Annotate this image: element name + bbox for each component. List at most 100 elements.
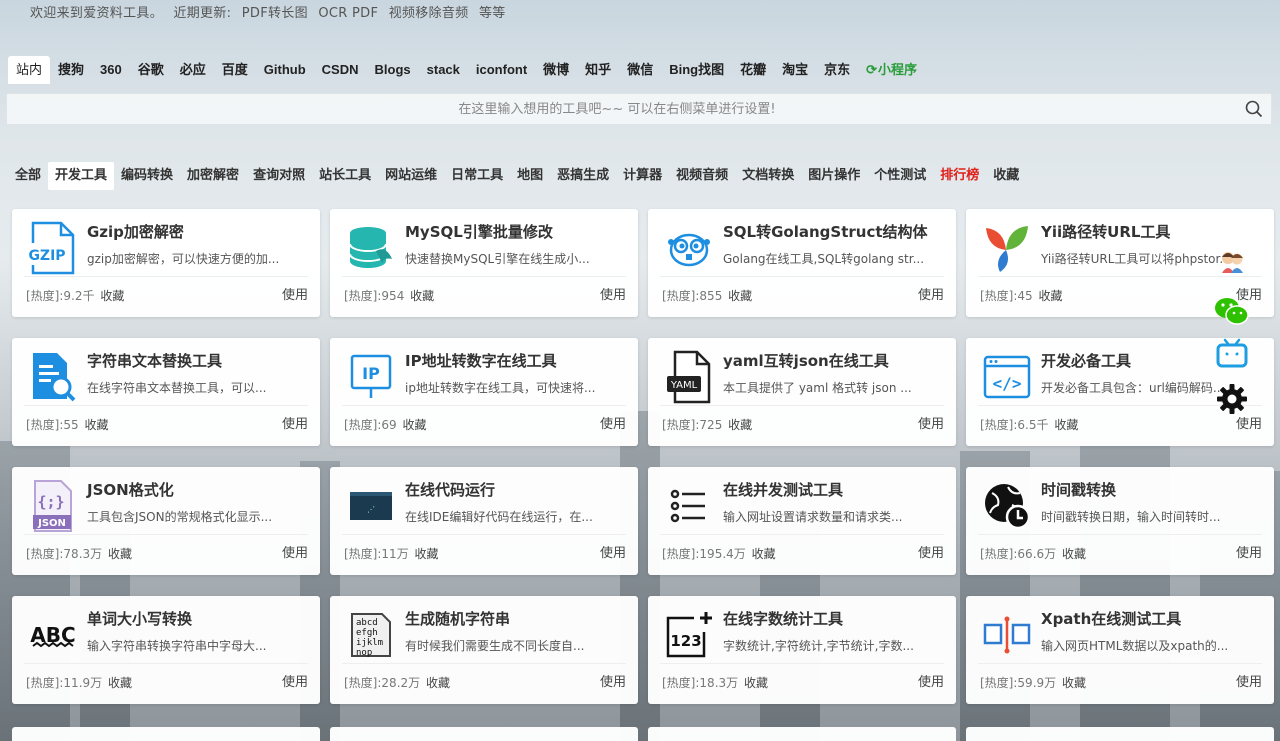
category-tab[interactable]: 开发工具 [48,162,115,190]
use-button[interactable]: 使用 [918,413,944,432]
engine-tab[interactable]: 搜狗 [50,56,92,84]
tool-title[interactable]: MySQL引擎批量修改 [405,221,553,242]
tool-title[interactable]: JSON格式化 [87,479,174,500]
tool-card[interactable]: 字符串文本替换工具 在线字符串文本替换工具，可以... [热度]:55 收藏 使用 [12,338,320,446]
tool-card[interactable]: SQL转GolangStruct结构体 Golang在线工具,SQL转golang… [648,209,956,317]
tool-title[interactable]: SQL转GolangStruct结构体 [723,221,928,242]
engine-tab[interactable]: 谷歌 [130,56,172,84]
update-link[interactable]: PDF转长图 [242,6,308,21]
category-tab[interactable]: 计算器 [616,162,669,190]
tool-card[interactable]: ⋰ 在线代码运行 在线IDE编辑好代码在线运行，在... [热度]:11万 收藏 使用 [330,467,638,575]
use-button[interactable]: 使用 [600,542,626,561]
engine-tab[interactable]: 微博 [535,56,577,84]
category-tab[interactable]: 恶搞生成 [550,162,616,190]
favorite-button[interactable]: 收藏 [744,676,768,690]
tool-card[interactable]: Xpath在线测试工具 输入网页HTML数据以及xpath的... [热度]:59.… [966,596,1274,704]
tool-title[interactable]: Yii路径转URL工具 [1041,221,1170,242]
tool-title[interactable]: 在线字数统计工具 [723,608,843,629]
category-tab[interactable]: 编码转换 [114,162,180,190]
use-button[interactable]: 使用 [600,671,626,690]
favorite-button[interactable]: 收藏 [752,547,776,561]
tool-title[interactable]: 字符串文本替换工具 [87,350,222,371]
favorite-button[interactable]: 收藏 [410,289,434,303]
category-tab[interactable]: 全部 [8,162,48,190]
favorite-button[interactable]: 收藏 [100,289,124,303]
use-button[interactable]: 使用 [918,284,944,303]
tool-card[interactable]: IP IP地址转数字在线工具 ip地址转数字在线工具，可快速将... [热度]:69 … [330,338,638,446]
category-tab[interactable]: 视频音频 [669,162,735,190]
tool-title[interactable]: 时间戳转换 [1041,479,1116,500]
engine-tab[interactable]: ⟳小程序 [858,56,925,84]
tool-card[interactable]: MySQL引擎批量修改 快速替换MySQL引擎在线生成小... [热度]:954 收… [330,209,638,317]
search-input[interactable] [7,94,1227,124]
wechat-icon[interactable] [1214,293,1250,329]
tool-card[interactable]: 123 在线字数统计工具 字数统计,字符统计,字节统计,字数... [热度]:18.3… [648,596,956,704]
engine-tab[interactable]: 站内 [8,56,51,84]
favorite-button[interactable]: 收藏 [1054,418,1078,432]
engine-tab[interactable]: Blogs [367,56,419,84]
tool-title[interactable]: 开发必备工具 [1041,350,1131,371]
category-tab[interactable]: 日常工具 [444,162,510,190]
engine-tab[interactable]: stack [419,56,468,84]
engine-tab[interactable]: 360 [92,56,130,84]
tool-title[interactable]: yaml互转json在线工具 [723,350,889,371]
category-tab[interactable]: 地图 [510,162,550,190]
engine-tab[interactable]: 京东 [816,56,858,84]
update-link[interactable]: 视频移除音频 [389,6,469,21]
engine-tab[interactable]: 微信 [619,56,661,84]
favorite-button[interactable]: 收藏 [728,289,752,303]
favorite-button[interactable]: 收藏 [1062,547,1086,561]
use-button[interactable]: 使用 [600,284,626,303]
bilibili-icon[interactable] [1214,335,1250,371]
settings-gear-icon[interactable] [1214,381,1250,417]
engine-tab[interactable]: Bing找图 [661,56,732,84]
tool-card[interactable]: 在线并发测试工具 输入网址设置请求数量和请求类... [热度]:195.4万 收藏 使… [648,467,956,575]
favorite-button[interactable]: 收藏 [1039,289,1063,303]
category-tab[interactable]: 网站运维 [378,162,444,190]
update-link[interactable]: OCR PDF [318,6,378,21]
favorite-button[interactable]: 收藏 [108,547,132,561]
category-tab[interactable]: 加密解密 [180,162,246,190]
use-button[interactable]: 使用 [282,671,308,690]
engine-tab[interactable]: 淘宝 [774,56,816,84]
use-button[interactable]: 使用 [282,284,308,303]
tool-title[interactable]: 在线并发测试工具 [723,479,843,500]
engine-tab[interactable]: iconfont [468,56,535,84]
favorite-button[interactable]: 收藏 [85,418,109,432]
category-tab[interactable]: 文档转换 [735,162,801,190]
tool-card[interactable]: 时间戳转换 时间戳转换日期，输入时间转时... [热度]:66.6万 收藏 使用 [966,467,1274,575]
category-tab[interactable]: 个性测试 [867,162,933,190]
tool-card[interactable]: YAML yaml互转json在线工具 本工具提供了 yaml 格式转 json .… [648,338,956,446]
engine-tab[interactable]: Github [256,56,314,84]
category-tab[interactable]: 排行榜 [933,162,986,190]
tool-card[interactable]: ABC 单词大小写转换 输入字符串转换字符串中字母大... [热度]:11.9万 收藏… [12,596,320,704]
category-tab[interactable]: 图片操作 [801,162,867,190]
engine-tab[interactable]: 花瓣 [732,56,774,84]
use-button[interactable]: 使用 [918,542,944,561]
tool-title[interactable]: IP地址转数字在线工具 [405,350,557,371]
tool-title[interactable]: 在线代码运行 [405,479,495,500]
category-tab[interactable]: 查询对照 [246,162,312,190]
category-tab[interactable]: 收藏 [986,162,1026,190]
use-button[interactable]: 使用 [1236,671,1262,690]
favorite-button[interactable]: 收藏 [1062,676,1086,690]
tool-card[interactable]: abcd efgh ijklm nop 生成随机字符串 有时候我们需要生成不同长度自...… [330,596,638,704]
use-button[interactable]: 使用 [1236,542,1262,561]
search-button[interactable] [1237,94,1271,124]
tool-title[interactable]: Xpath在线测试工具 [1041,608,1181,629]
favorite-button[interactable]: 收藏 [728,418,752,432]
tool-card[interactable]: {;} JSON JSON格式化 工具包含JSON的常规格式化显示... [热度]:78… [12,467,320,575]
use-button[interactable]: 使用 [600,413,626,432]
tool-title[interactable]: 生成随机字符串 [405,608,510,629]
favorite-button[interactable]: 收藏 [426,676,450,690]
use-button[interactable]: 使用 [282,542,308,561]
tool-title[interactable]: Gzip加密解密 [87,221,184,242]
favorite-button[interactable]: 收藏 [108,676,132,690]
engine-tab[interactable]: CSDN [314,56,367,84]
favorite-button[interactable]: 收藏 [403,418,427,432]
engine-tab[interactable]: 必应 [172,56,214,84]
use-button[interactable]: 使用 [282,413,308,432]
contact-icon[interactable] [1214,243,1250,279]
favorite-button[interactable]: 收藏 [415,547,439,561]
tool-title[interactable]: 单词大小写转换 [87,608,192,629]
